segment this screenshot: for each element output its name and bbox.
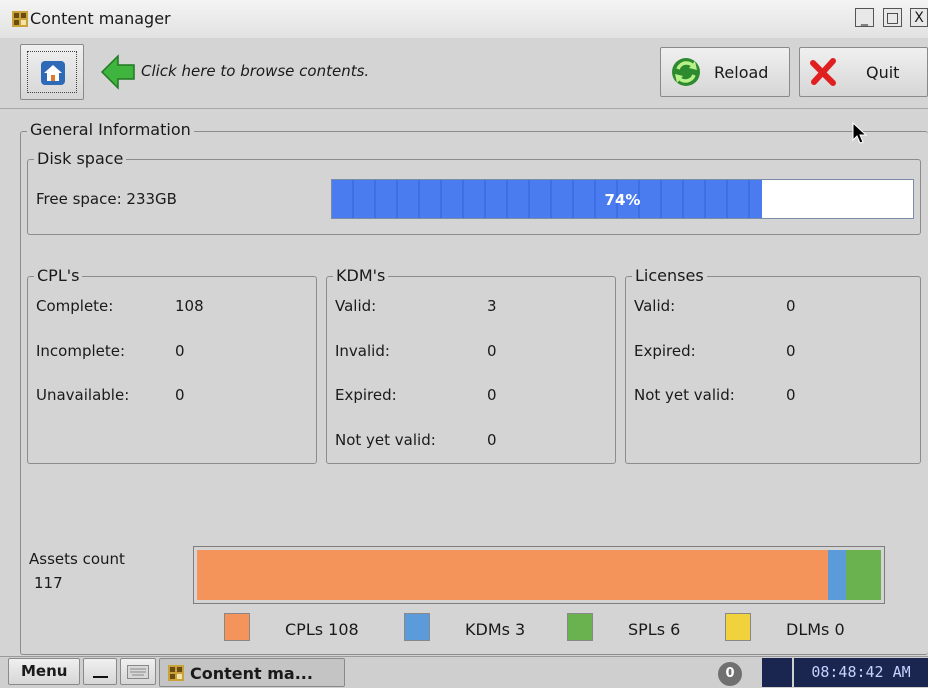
license-valid-value: 0 — [786, 297, 796, 315]
tray-area — [762, 658, 792, 687]
cpl-complete-value: 108 — [175, 297, 204, 315]
minimize-button[interactable]: _ — [855, 8, 874, 27]
maximize-button[interactable]: □ — [883, 8, 902, 27]
legend-label-dlms: DLMs 0 — [786, 620, 845, 639]
kdm-valid-value: 3 — [487, 297, 497, 315]
quit-label: Quit — [866, 63, 900, 82]
kdm-valid-label: Valid: — [335, 297, 377, 315]
assets-count-value: 117 — [34, 574, 63, 592]
cpl-incomplete-label: Incomplete: — [36, 342, 126, 360]
browse-contents-link[interactable]: Click here to browse contents. — [141, 62, 369, 80]
app-icon — [12, 11, 28, 27]
show-desktop-button[interactable] — [83, 658, 117, 685]
disk-usage-percent: 74% — [604, 191, 641, 209]
kdm-expired-value: 0 — [487, 386, 497, 404]
legend-label-spls: SPLs 6 — [628, 620, 681, 639]
quit-button[interactable]: Quit — [799, 47, 928, 97]
kdm-invalid-label: Invalid: — [335, 342, 390, 360]
assets-segment-spls — [846, 550, 881, 600]
license-expired-value: 0 — [786, 342, 796, 360]
close-button[interactable]: X — [910, 8, 928, 27]
window-title: Content manager — [30, 9, 171, 28]
quit-icon — [810, 58, 836, 86]
task-label: Content ma... — [190, 664, 313, 683]
assets-segment-cpls — [197, 550, 828, 600]
reload-icon — [672, 58, 700, 86]
disk-space-title: Disk space — [34, 149, 127, 168]
license-not-yet-valid-value: 0 — [786, 386, 796, 404]
app-icon — [168, 665, 184, 681]
cpl-unavailable-value: 0 — [175, 386, 185, 404]
reload-label: Reload — [714, 63, 769, 82]
legend-label-kdms: KDMs 3 — [465, 620, 526, 639]
assets-stacked-bar — [193, 546, 885, 604]
disk-usage-progress-bar: 74% — [331, 179, 914, 219]
cpl-incomplete-value: 0 — [175, 342, 185, 360]
tray-notification-badge[interactable]: 0 — [718, 662, 742, 686]
general-information-title: General Information — [27, 120, 194, 139]
kdm-not-yet-valid-value: 0 — [487, 431, 497, 449]
kdms-title: KDM's — [333, 266, 389, 285]
legend-swatch-cpls — [224, 613, 250, 641]
taskbar-task-content-manager[interactable]: Content ma... — [159, 658, 345, 687]
legend-swatch-dlms — [725, 613, 751, 641]
keyboard-icon — [127, 665, 149, 679]
home-icon — [41, 61, 65, 85]
cpls-title: CPL's — [34, 266, 83, 285]
back-arrow-icon[interactable] — [100, 53, 136, 91]
keyboard-button[interactable] — [120, 658, 156, 685]
assets-segment-kdms — [828, 550, 846, 600]
menu-button[interactable]: Menu — [8, 658, 80, 685]
license-expired-label: Expired: — [634, 342, 696, 360]
free-space-label: Free space: 233GB — [36, 190, 177, 208]
clock[interactable]: 08:48:42 AM — [794, 658, 928, 687]
home-button[interactable] — [20, 44, 84, 100]
license-not-yet-valid-label: Not yet valid: — [634, 386, 735, 404]
legend-swatch-kdms — [404, 613, 430, 641]
menu-label: Menu — [21, 662, 68, 680]
license-valid-label: Valid: — [634, 297, 676, 315]
kdm-not-yet-valid-label: Not yet valid: — [335, 431, 436, 449]
kdm-expired-label: Expired: — [335, 386, 397, 404]
kdm-invalid-value: 0 — [487, 342, 497, 360]
cpl-complete-label: Complete: — [36, 297, 114, 315]
mouse-cursor-icon — [852, 122, 868, 144]
legend-label-cpls: CPLs 108 — [285, 620, 359, 639]
licenses-title: Licenses — [632, 266, 707, 285]
legend-swatch-spls — [567, 613, 593, 641]
reload-button[interactable]: Reload — [660, 47, 790, 97]
assets-count-label: Assets count — [29, 550, 125, 568]
cpl-unavailable-label: Unavailable: — [36, 386, 130, 404]
